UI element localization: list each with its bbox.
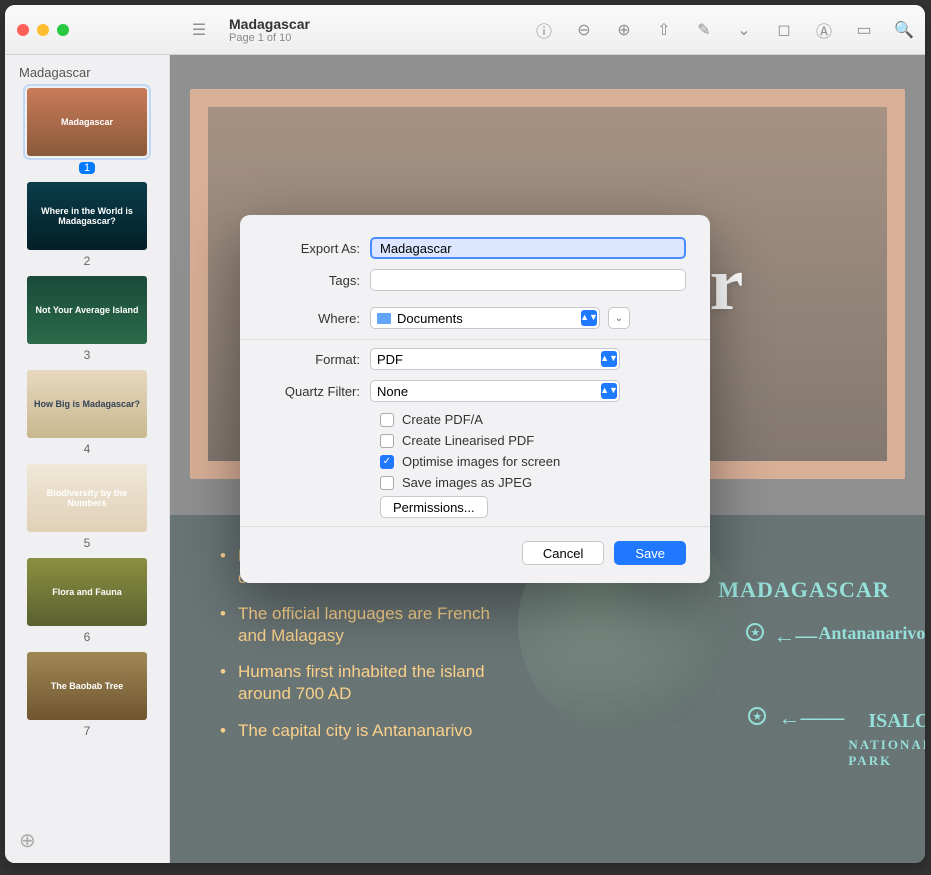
page-thumbnail-2[interactable]: Where in the World is Madagascar? 2 bbox=[19, 182, 155, 268]
minimize-window-button[interactable] bbox=[37, 24, 49, 36]
quartz-filter-select[interactable]: None ▲▼ bbox=[370, 380, 620, 402]
thumbnail-page-number: 6 bbox=[19, 630, 155, 644]
save-jpeg-label: Save images as JPEG bbox=[402, 475, 532, 490]
thumbnail-page-number: 4 bbox=[19, 442, 155, 456]
format-value: PDF bbox=[377, 352, 403, 367]
chevron-down-icon[interactable]: ⌄ bbox=[735, 21, 753, 39]
export-as-label: Export As: bbox=[264, 241, 370, 256]
optimise-images-checkbox[interactable]: ✓ bbox=[380, 455, 394, 469]
info-icon[interactable]: ⓘ bbox=[535, 21, 553, 39]
create-pdfa-label: Create PDF/A bbox=[402, 412, 483, 427]
page-thumbnail-3[interactable]: Not Your Average Island 3 bbox=[19, 276, 155, 362]
thumbnails-sidebar[interactable]: Madagascar Madagascar 1 Where in the Wor… bbox=[5, 55, 170, 863]
fact-item: The capital city is Antananarivo bbox=[220, 720, 500, 742]
page-thumbnail-5[interactable]: Biodiversity by the Numbers 5 bbox=[19, 464, 155, 550]
updown-caret-icon: ▲▼ bbox=[601, 383, 617, 399]
close-window-button[interactable] bbox=[17, 24, 29, 36]
titlebar: Madagascar Page 1 of 10 ☰ ⓘ ⊖ ⊕ ⇧ ✎ ⌄ ◻ … bbox=[5, 5, 925, 55]
save-jpeg-checkbox[interactable] bbox=[380, 476, 394, 490]
arrow-icon: ←—— bbox=[778, 705, 844, 731]
tags-label: Tags: bbox=[264, 273, 370, 288]
format-select[interactable]: PDF ▲▼ bbox=[370, 348, 620, 370]
traffic-lights bbox=[17, 24, 69, 36]
share-icon[interactable]: ⇧ bbox=[655, 21, 673, 39]
thumbnail-page-number: 3 bbox=[19, 348, 155, 362]
tags-field[interactable] bbox=[370, 269, 686, 291]
thumbnail-image: The Baobab Tree bbox=[27, 652, 147, 720]
search-icon[interactable]: 🔍 bbox=[895, 21, 913, 39]
thumbnail-image: Flora and Fauna bbox=[27, 558, 147, 626]
save-button[interactable]: Save bbox=[614, 541, 686, 565]
toolbar-icons: ☰ ⓘ ⊖ ⊕ ⇧ ✎ ⌄ ◻ Ⓐ ▭ 🔍 bbox=[535, 21, 913, 39]
zoom-window-button[interactable] bbox=[57, 24, 69, 36]
page-thumbnail-1[interactable]: Madagascar 1 bbox=[19, 88, 155, 174]
create-pdfa-checkbox[interactable] bbox=[380, 413, 394, 427]
arrow-icon: ←— bbox=[773, 623, 817, 649]
where-label: Where: bbox=[264, 311, 370, 326]
document-title-group: Madagascar Page 1 of 10 bbox=[229, 16, 310, 44]
sidebar-toggle-icon[interactable]: ☰ bbox=[190, 21, 208, 39]
map-country-label: MADAGASCAR bbox=[718, 577, 889, 603]
thumbnail-image: Not Your Average Island bbox=[27, 276, 147, 344]
map-illustration: MADAGASCAR ★ ←— Antananarivo ★ ←—— ISALO… bbox=[568, 545, 885, 843]
add-page-button[interactable]: ⊕ bbox=[19, 828, 36, 853]
where-value: Documents bbox=[397, 311, 463, 326]
page-thumbnail-7[interactable]: The Baobab Tree 7 bbox=[19, 652, 155, 738]
form-icon[interactable]: ▭ bbox=[855, 21, 873, 39]
page-thumbnail-6[interactable]: Flora and Fauna 6 bbox=[19, 558, 155, 644]
folder-icon bbox=[377, 313, 391, 324]
expand-button[interactable]: ⌄ bbox=[608, 307, 630, 329]
zoom-in-icon[interactable]: ⊕ bbox=[615, 21, 633, 39]
thumbnail-image: Biodiversity by the Numbers bbox=[27, 464, 147, 532]
updown-caret-icon: ▲▼ bbox=[581, 310, 597, 326]
create-linearised-checkbox[interactable] bbox=[380, 434, 394, 448]
fact-list: Madagascar is 250 miles from the coast o… bbox=[220, 545, 568, 843]
cancel-button[interactable]: Cancel bbox=[522, 541, 604, 565]
divider bbox=[240, 339, 710, 340]
page-thumbnail-4[interactable]: How Big is Madagascar? 4 bbox=[19, 370, 155, 456]
dialog-footer: Cancel Save bbox=[264, 541, 686, 565]
zoom-out-icon[interactable]: ⊖ bbox=[575, 21, 593, 39]
star-icon: ★ bbox=[746, 623, 764, 641]
sidebar-title: Madagascar bbox=[19, 65, 155, 80]
fact-item: Humans first inhabited the island around… bbox=[220, 661, 500, 705]
document-title: Madagascar bbox=[229, 16, 310, 32]
thumbnail-image: Where in the World is Madagascar? bbox=[27, 182, 147, 250]
quartz-filter-value: None bbox=[377, 384, 408, 399]
thumbnail-page-number: 1 bbox=[19, 160, 155, 174]
markup-icon[interactable]: Ⓐ bbox=[815, 21, 833, 39]
rotate-icon[interactable]: ◻ bbox=[775, 21, 793, 39]
optimise-images-label: Optimise images for screen bbox=[402, 454, 560, 469]
fact-item: The official languages are French and Ma… bbox=[220, 603, 500, 647]
map-capital-label: Antananarivo bbox=[818, 623, 925, 644]
highlight-icon[interactable]: ✎ bbox=[695, 21, 713, 39]
star-icon: ★ bbox=[748, 707, 766, 725]
thumbnail-image: How Big is Madagascar? bbox=[27, 370, 147, 438]
format-label: Format: bbox=[264, 352, 370, 367]
export-dialog: Export As: Tags: Where: Documents ▲▼ ⌄ F… bbox=[240, 215, 710, 583]
map-park-sublabel: NATIONAL PARK bbox=[848, 737, 925, 769]
updown-caret-icon: ▲▼ bbox=[601, 351, 617, 367]
thumbnail-page-number: 2 bbox=[19, 254, 155, 268]
thumbnail-image: Madagascar bbox=[27, 88, 147, 156]
where-select[interactable]: Documents ▲▼ bbox=[370, 307, 600, 329]
map-park-label: ISALO bbox=[868, 710, 925, 733]
divider bbox=[240, 526, 710, 527]
app-window: Madagascar Page 1 of 10 ☰ ⓘ ⊖ ⊕ ⇧ ✎ ⌄ ◻ … bbox=[5, 5, 925, 863]
thumbnail-page-number: 5 bbox=[19, 536, 155, 550]
page-indicator: Page 1 of 10 bbox=[229, 32, 310, 44]
export-as-field[interactable] bbox=[370, 237, 686, 259]
permissions-button[interactable]: Permissions... bbox=[380, 496, 488, 518]
create-linearised-label: Create Linearised PDF bbox=[402, 433, 534, 448]
quartz-filter-label: Quartz Filter: bbox=[264, 384, 370, 399]
thumbnail-page-number: 7 bbox=[19, 724, 155, 738]
